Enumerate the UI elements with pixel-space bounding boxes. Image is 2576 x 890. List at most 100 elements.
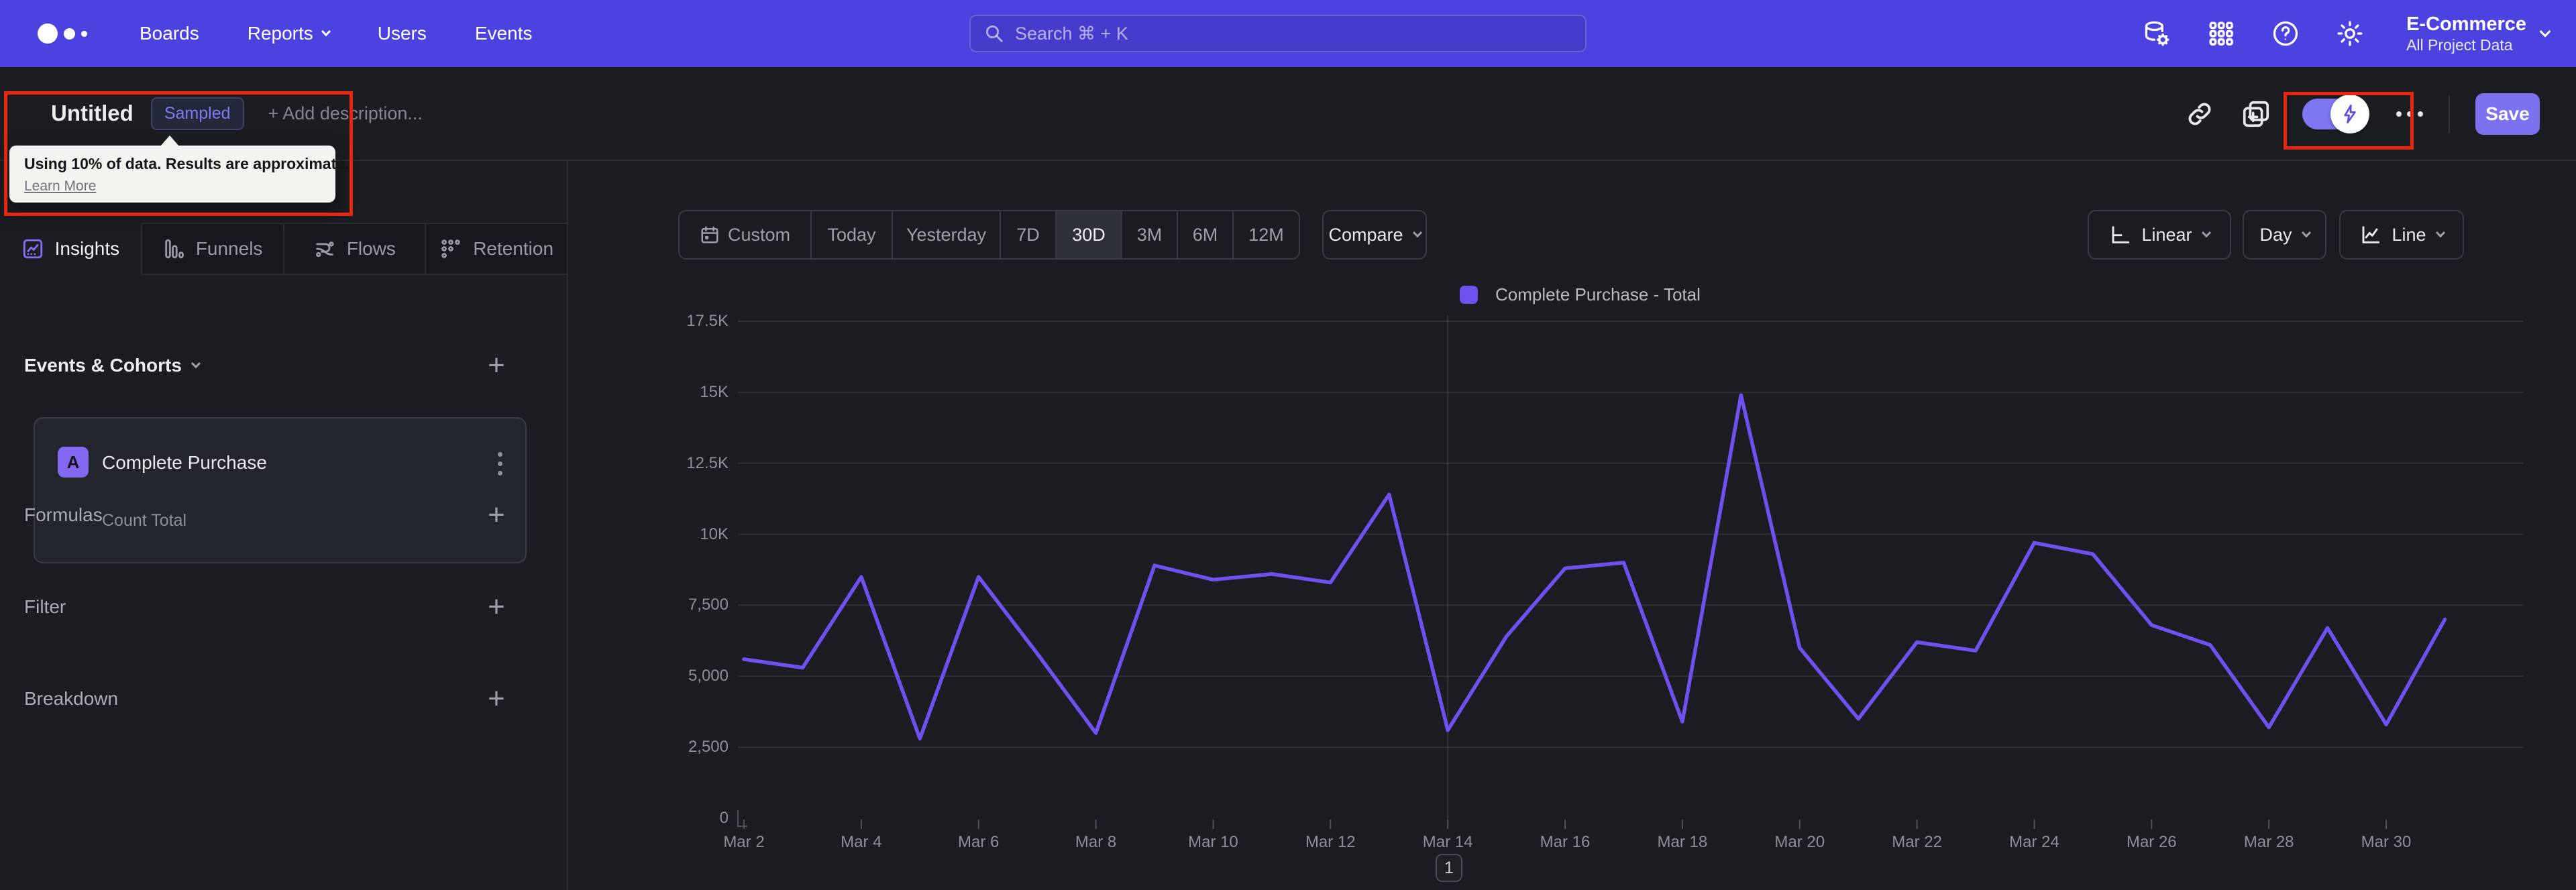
section-title: Events & Cohorts (24, 355, 182, 376)
apps-grid-icon[interactable] (2206, 19, 2236, 48)
y-axis-label: 5,000 (688, 667, 729, 685)
nav-item-reports[interactable]: Reports (248, 23, 331, 44)
tab-label: Funnels (195, 238, 263, 259)
report-title[interactable]: Untitled (51, 101, 133, 126)
breakdown-label: Breakdown (24, 688, 119, 709)
add-event-button[interactable]: + (480, 349, 513, 382)
event-name[interactable]: Complete Purchase (102, 452, 267, 474)
add-formula-button[interactable]: + (480, 498, 513, 532)
lightning-bolt-icon (2344, 105, 2356, 123)
event-kebab-menu-icon[interactable] (494, 448, 506, 480)
settings-gear-icon[interactable] (2335, 19, 2365, 48)
range-3m[interactable]: 3M (1122, 211, 1178, 258)
x-axis-label: Mar 12 (1305, 833, 1356, 851)
x-axis-label: Mar 8 (1075, 833, 1117, 851)
interval-dropdown[interactable]: Day (2243, 210, 2326, 260)
nav-links: Boards Reports Users Events (140, 23, 533, 44)
report-header-actions: Save (2184, 67, 2540, 161)
x-axis-label: Mar 4 (841, 833, 882, 851)
tab-funnels[interactable]: Funnels (142, 223, 284, 275)
range-label: Yesterday (906, 224, 987, 245)
funnels-icon (165, 239, 184, 259)
tab-label: Insights (54, 238, 120, 259)
formulas-label: Formulas (24, 504, 103, 525)
sampling-tooltip: Using 10% of data. Results are approxima… (9, 135, 350, 203)
nav-right-cluster: E-Commerce All Project Data (2142, 0, 2551, 67)
range-12m[interactable]: 12M (1234, 211, 1299, 258)
scale-label: Linear (2141, 224, 2192, 245)
events-cohorts-label[interactable]: Events & Cohorts (24, 355, 201, 376)
data-management-icon[interactable] (2142, 19, 2171, 48)
nav-item-boards[interactable]: Boards (140, 23, 199, 44)
pagination-page-1[interactable]: 1 (1436, 854, 1462, 882)
nav-item-label: Boards (140, 23, 199, 44)
sampling-toggle[interactable] (2302, 95, 2369, 133)
linear-scale-icon (2112, 226, 2130, 243)
range-yesterday[interactable]: Yesterday (893, 211, 1001, 258)
range-label: 3M (1136, 224, 1163, 245)
project-name: E-Commerce (2406, 13, 2526, 36)
project-switcher[interactable]: E-Commerce All Project Data (2406, 13, 2551, 54)
add-description[interactable]: + Add description... (268, 103, 423, 124)
formulas-section: Formulas + (0, 488, 567, 542)
chevron-down-icon (321, 27, 331, 37)
range-30d[interactable]: 30D (1057, 211, 1122, 258)
add-filter-button[interactable]: + (480, 590, 513, 624)
range-custom[interactable]: Custom (680, 211, 812, 258)
nav-item-events[interactable]: Events (475, 23, 533, 44)
copy-link-icon[interactable] (2184, 99, 2215, 129)
project-scope: All Project Data (2406, 36, 2513, 54)
mixpanel-logo-icon[interactable] (38, 23, 98, 44)
y-axis-label: 17.5K (686, 311, 729, 330)
breakdown-section: Breakdown + (0, 672, 567, 726)
scale-dropdown[interactable]: Linear (2088, 210, 2231, 260)
save-button[interactable]: Save (2475, 93, 2540, 135)
learn-more-link[interactable]: Learn More (24, 178, 96, 194)
chevron-down-icon (2201, 228, 2211, 238)
x-axis-label: Mar 26 (2126, 833, 2177, 851)
y-axis-label: 7,500 (688, 596, 729, 614)
tab-retention[interactable]: Retention (426, 223, 567, 275)
range-label: 12M (1248, 224, 1284, 245)
range-label: 6M (1192, 224, 1218, 245)
x-axis-label: Mar 16 (1540, 833, 1591, 851)
y-axis-label: 0 (719, 809, 729, 827)
add-to-board-icon[interactable] (2241, 99, 2271, 129)
more-options-icon[interactable] (2396, 111, 2423, 117)
x-axis-label: Mar 18 (1657, 833, 1708, 851)
insights-report-page: Boards Reports Users Events Search ⌘ + K (0, 0, 2576, 890)
tab-insights[interactable]: Insights (0, 223, 142, 275)
project-text: E-Commerce All Project Data (2406, 13, 2526, 54)
compare-label: Compare (1328, 224, 1403, 245)
tab-flows[interactable]: Flows (284, 223, 427, 275)
events-cohorts-header: Events & Cohorts + (0, 339, 567, 392)
range-label: 30D (1072, 224, 1106, 245)
range-7d[interactable]: 7D (1001, 211, 1057, 258)
tab-label: Flows (346, 238, 396, 259)
legend-item[interactable]: Complete Purchase - Total (1460, 284, 1701, 305)
x-axis-label: Mar 2 (723, 833, 765, 851)
range-6m[interactable]: 6M (1178, 211, 1234, 258)
chart-type-dropdown[interactable]: Line (2339, 210, 2464, 260)
x-axis-label: Mar 28 (2243, 833, 2294, 851)
event-letter-badge: A (58, 447, 89, 478)
add-breakdown-button[interactable]: + (480, 682, 513, 716)
date-range-segmented-control: Custom Today Yesterday 7D 30D 3M 6M 12M (678, 210, 1300, 260)
sampled-badge[interactable]: Sampled (150, 97, 244, 130)
report-type-tabs: Insights Funnels Flows Retention (0, 223, 567, 275)
search-input[interactable]: Search ⌘ + K (969, 15, 1587, 52)
search-placeholder: Search ⌘ + K (1015, 23, 1128, 44)
range-today[interactable]: Today (812, 211, 893, 258)
y-axis-label: 2,500 (688, 738, 729, 757)
legend-label: Complete Purchase - Total (1495, 284, 1701, 304)
nav-item-users[interactable]: Users (378, 23, 427, 44)
help-icon[interactable] (2271, 19, 2300, 48)
interval-label: Day (2259, 224, 2292, 245)
chevron-down-icon (2301, 228, 2311, 238)
chevron-down-icon (191, 359, 201, 369)
y-axis-label: 12.5K (686, 453, 729, 472)
chart-type-label: Line (2392, 224, 2426, 245)
sidebar-divider (567, 161, 568, 890)
compare-button[interactable]: Compare (1322, 210, 1427, 260)
tooltip-text: Using 10% of data. Results are approxima… (24, 155, 350, 172)
